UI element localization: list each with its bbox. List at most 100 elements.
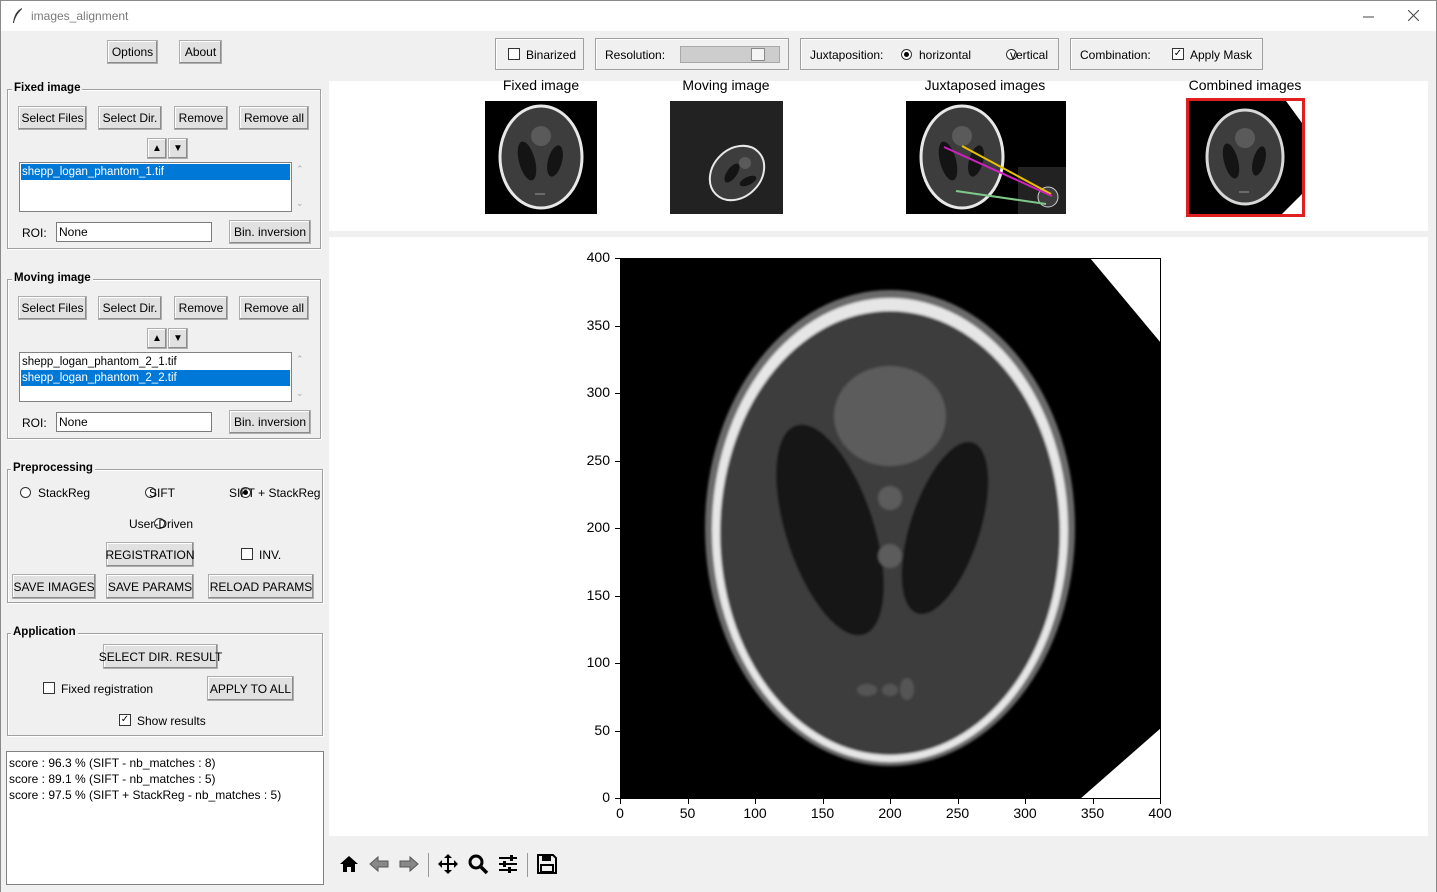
moving-remove-all-button[interactable]: Remove all xyxy=(239,296,309,320)
results-log[interactable]: score : 96.3 % (SIFT - nb_matches : 8) s… xyxy=(6,751,324,885)
y-tick-mark xyxy=(615,258,620,259)
moving-list-scrollbar[interactable]: ⌃ ⌄ xyxy=(293,352,309,402)
reload-params-button[interactable]: RELOAD PARAMS xyxy=(208,574,314,599)
thumb-moving-title: Moving image xyxy=(682,77,770,93)
about-button[interactable]: About xyxy=(179,40,222,64)
juxtaposition-frame: Juxtaposition: horizontal vertical xyxy=(800,38,1059,70)
resolution-frame: Resolution: xyxy=(595,38,789,70)
moving-select-dir-button[interactable]: Select Dir. xyxy=(98,296,162,320)
fixed-registration-label: Fixed registration xyxy=(61,682,154,696)
home-button[interactable] xyxy=(336,851,362,877)
scroll-down-icon[interactable]: ⌄ xyxy=(296,198,304,209)
save-images-button[interactable]: SAVE IMAGES xyxy=(12,574,96,599)
close-icon xyxy=(1407,10,1419,21)
x-tick-mark xyxy=(687,799,689,804)
home-icon xyxy=(340,856,358,872)
moving-select-files-button[interactable]: Select Files xyxy=(18,296,87,320)
x-tick-label: 250 xyxy=(945,805,970,821)
x-tick-mark xyxy=(957,799,959,804)
main-image-view[interactable] xyxy=(620,258,1161,799)
moving-remove-button[interactable]: Remove xyxy=(174,296,228,320)
registration-button[interactable]: REGISTRATION xyxy=(105,542,195,567)
scroll-up-icon[interactable]: ⌃ xyxy=(296,164,304,175)
thumb-fixed-title: Fixed image xyxy=(502,77,580,93)
scroll-up-icon[interactable]: ⌃ xyxy=(296,354,304,365)
fixed-files-listbox[interactable]: shepp_logan_phantom_1.tif xyxy=(19,162,292,212)
apply-mask-checkbox[interactable]: ✓ xyxy=(1172,48,1184,60)
list-item[interactable]: shepp_logan_phantom_2_1.tif xyxy=(21,354,290,370)
moving-roi-label: ROI: xyxy=(22,416,47,430)
toolbar-separator xyxy=(527,853,528,877)
pan-button[interactable] xyxy=(435,851,461,877)
configure-subplots-button[interactable] xyxy=(495,851,521,877)
back-button[interactable] xyxy=(366,851,392,877)
x-tick-label: 100 xyxy=(743,805,767,821)
y-tick-label: 100 xyxy=(586,654,610,670)
close-button[interactable] xyxy=(1390,0,1436,31)
juxtaposed-images-thumbnail[interactable] xyxy=(906,101,1066,214)
maximize-button[interactable] xyxy=(1344,0,1390,31)
moving-image-thumbnail[interactable] xyxy=(670,101,783,214)
resolution-slider-handle[interactable] xyxy=(751,48,765,61)
arrow-right-icon xyxy=(399,855,419,873)
fixed-select-files-button[interactable]: Select Files xyxy=(18,106,87,130)
log-line: score : 97.5 % (SIFT + StackReg - nb_mat… xyxy=(9,788,282,802)
list-item[interactable]: shepp_logan_phantom_1.tif xyxy=(21,164,290,180)
binarized-checkbox[interactable] xyxy=(508,48,520,60)
moving-roi-input[interactable]: None xyxy=(56,412,212,432)
stackreg-label: StackReg xyxy=(38,486,91,500)
show-results-checkbox[interactable]: ✓ xyxy=(119,714,131,726)
fixed-image-thumbnail[interactable] xyxy=(485,101,597,214)
horizontal-radio[interactable] xyxy=(901,49,912,60)
user-driven-label: User-Driven xyxy=(129,517,194,531)
show-results-label: Show results xyxy=(137,714,206,728)
list-item[interactable]: shepp_logan_phantom_2_2.tif xyxy=(21,370,290,386)
magnifier-icon xyxy=(468,854,489,875)
forward-button[interactable] xyxy=(396,851,422,877)
apply-mask-label: Apply Mask xyxy=(1190,48,1253,62)
inv-checkbox[interactable] xyxy=(241,548,253,560)
stackreg-radio[interactable] xyxy=(20,487,31,498)
save-figure-button[interactable] xyxy=(534,851,560,877)
moving-files-listbox[interactable]: shepp_logan_phantom_2_1.tif shepp_logan_… xyxy=(19,352,292,402)
fixed-bin-inversion-button[interactable]: Bin. inversion xyxy=(229,220,311,244)
scroll-down-icon[interactable]: ⌄ xyxy=(296,388,304,399)
floppy-disk-icon xyxy=(537,854,557,874)
y-tick-label: 150 xyxy=(586,586,610,603)
log-line: score : 89.1 % (SIFT - nb_matches : 5) xyxy=(9,772,216,786)
y-tick-label: 50 xyxy=(594,721,610,738)
select-dir-result-button[interactable]: SELECT DIR. RESULT xyxy=(99,644,222,669)
combined-images-thumbnail[interactable] xyxy=(1189,101,1302,214)
fixed-remove-button[interactable]: Remove xyxy=(174,106,228,130)
y-tick-mark xyxy=(615,528,620,529)
fixed-roi-input[interactable]: None xyxy=(56,222,212,242)
fixed-list-scrollbar[interactable]: ⌃ ⌄ xyxy=(293,162,309,212)
x-tick-mark xyxy=(620,799,621,804)
moving-move-up-button[interactable]: ▲ xyxy=(147,328,167,349)
binarized-label: Binarized xyxy=(526,48,577,62)
thumb-combined-title: Combined images xyxy=(1188,77,1302,93)
arrow-left-icon xyxy=(369,855,389,873)
resolution-slider[interactable] xyxy=(680,46,780,63)
options-button[interactable]: Options xyxy=(107,40,158,64)
combination-label: Combination: xyxy=(1080,48,1151,62)
fixed-move-up-button[interactable]: ▲ xyxy=(147,138,167,159)
moving-bin-inversion-button[interactable]: Bin. inversion xyxy=(229,410,311,434)
y-tick-mark xyxy=(615,730,620,732)
x-tick-mark xyxy=(1092,799,1094,804)
moving-move-down-button[interactable]: ▼ xyxy=(168,328,188,349)
sift-stackreg-label: SIFT + StackReg xyxy=(229,486,321,500)
x-tick-label: 0 xyxy=(616,805,624,821)
x-tick-label: 200 xyxy=(878,805,902,821)
save-params-button[interactable]: SAVE PARAMS xyxy=(106,574,194,599)
fixed-move-down-button[interactable]: ▼ xyxy=(168,138,188,159)
fixed-select-dir-button[interactable]: Select Dir. xyxy=(98,106,162,130)
fixed-remove-all-button[interactable]: Remove all xyxy=(239,106,309,130)
application-group-title: Application xyxy=(11,626,78,638)
fixed-image-group-title: Fixed image xyxy=(12,82,83,94)
zoom-button[interactable] xyxy=(465,851,491,877)
y-tick-label: 0 xyxy=(602,789,610,805)
arrow-down-icon: ▼ xyxy=(173,333,183,344)
apply-to-all-button[interactable]: APPLY TO ALL xyxy=(207,676,294,701)
fixed-registration-checkbox[interactable] xyxy=(43,682,55,694)
